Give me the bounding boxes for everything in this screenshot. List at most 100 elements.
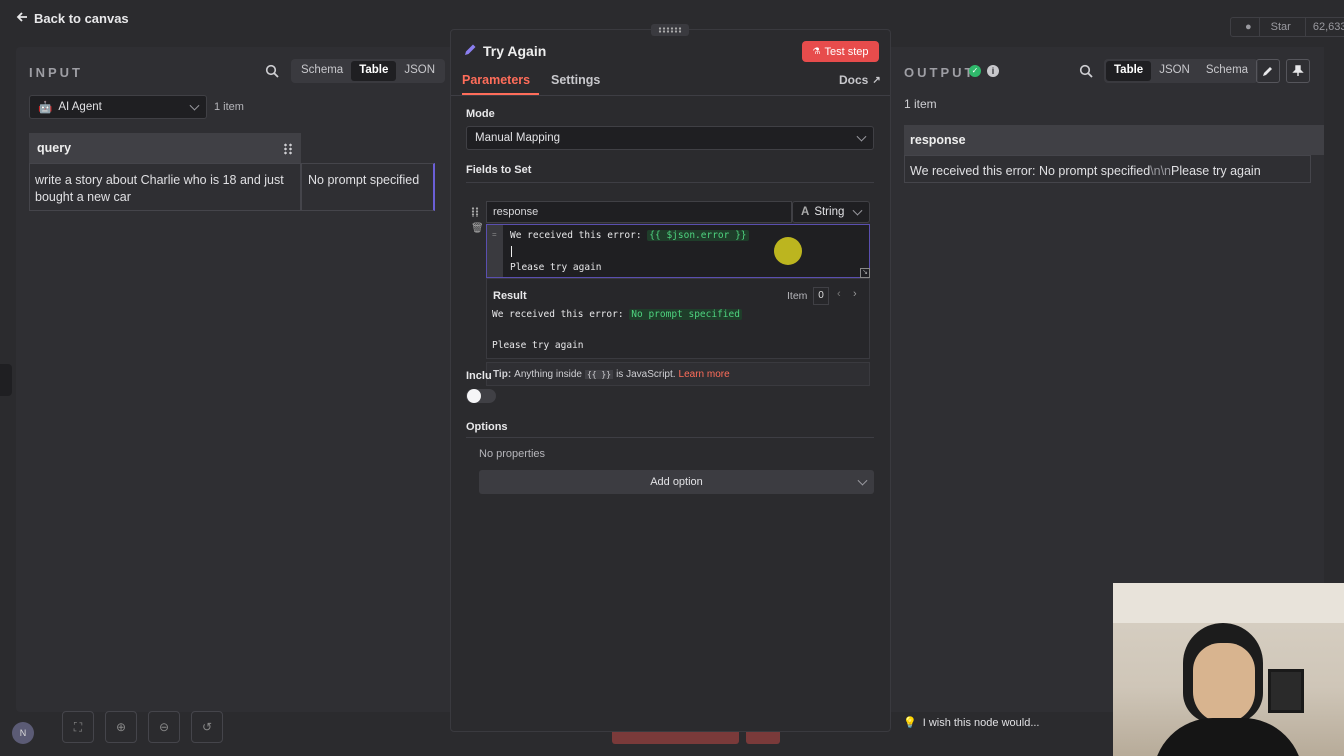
zoom-in-icon: ⊕ <box>115 720 127 734</box>
cursor-highlight <box>774 237 802 265</box>
result-line-1: We received this error: No prompt specif… <box>492 309 742 320</box>
pencil-icon <box>1263 67 1272 76</box>
info-icon[interactable]: i <box>987 65 999 77</box>
expression-editor[interactable]: = We received this error: {{ $json.error… <box>486 224 870 278</box>
zoom-in-button[interactable]: ⊕ <box>105 711 137 743</box>
editor-gutter: = <box>487 225 503 277</box>
learn-more-link[interactable]: Learn more <box>679 369 730 380</box>
tab-settings[interactable]: Settings <box>551 73 600 87</box>
divider <box>466 437 874 438</box>
person-face <box>1193 643 1255 723</box>
tab-schema[interactable]: Schema <box>293 61 351 81</box>
lightbulb-icon: 💡 <box>903 717 917 729</box>
webcam-overlay <box>1113 583 1344 756</box>
side-drawer-handle[interactable] <box>0 364 12 396</box>
undo-icon: ↺ <box>201 720 213 734</box>
field-type-value: String <box>814 206 845 218</box>
tab-json[interactable]: JSON <box>1151 61 1198 81</box>
mode-select[interactable]: Manual Mapping <box>466 126 874 150</box>
pin-icon <box>1292 65 1304 76</box>
edit-output-button[interactable] <box>1256 59 1280 83</box>
expression-highlight: {{ $json.error }} <box>647 230 749 241</box>
no-properties-text: No properties <box>479 448 546 460</box>
input-title: INPUT <box>29 65 83 80</box>
star-count: 62,633 <box>1312 21 1344 33</box>
divider <box>466 182 874 183</box>
drag-handle-icon[interactable] <box>471 207 479 217</box>
search-icon[interactable] <box>1079 64 1093 78</box>
back-label: Back to canvas <box>34 11 129 26</box>
input-source-select[interactable]: 🤖 AI Agent <box>29 95 207 119</box>
result-highlight: No prompt specified <box>629 309 742 320</box>
back-to-canvas-link[interactable]: Back to canvas <box>16 11 129 26</box>
expression-line-3: Please try again <box>510 262 602 273</box>
drag-handle-icon[interactable] <box>283 143 293 155</box>
tab-schema[interactable]: Schema <box>1198 61 1256 81</box>
output-view-switch: Table JSON Schema <box>1104 59 1259 83</box>
tab-table[interactable]: Table <box>1106 61 1152 81</box>
person-shirt <box>1153 718 1303 756</box>
feedback-label: I wish this node would... <box>922 716 1040 729</box>
text-cursor <box>511 246 512 257</box>
input-item-count: 1 item <box>214 101 244 113</box>
flask-icon: ⚗ <box>812 46 821 56</box>
chevron-down-icon <box>856 131 867 142</box>
test-step-button[interactable]: ⚗ Test step <box>802 41 879 62</box>
search-icon[interactable] <box>265 64 279 78</box>
ceiling <box>1113 583 1344 623</box>
zoom-out-button[interactable]: ⊖ <box>148 711 180 743</box>
chevron-down-icon <box>189 100 200 111</box>
add-option-button[interactable]: Add option <box>479 470 874 494</box>
node-title[interactable]: Try Again <box>483 43 546 59</box>
pencil-icon <box>463 43 477 60</box>
field-name-input[interactable]: response <box>486 201 792 223</box>
reset-zoom-button[interactable]: ↺ <box>191 711 223 743</box>
tip-braces: {{ }} <box>584 369 614 379</box>
test-step-label: Test step <box>824 45 869 58</box>
source-value: AI Agent <box>58 101 102 113</box>
success-check-icon: ✓ <box>969 65 981 77</box>
expand-icon[interactable]: ↘ <box>860 268 870 278</box>
expression-line-1: We received this error: {{ $json.error }… <box>510 230 749 241</box>
chevron-right-icon[interactable]: › <box>853 288 857 300</box>
field-type-select[interactable]: A String <box>792 201 870 223</box>
docs-link[interactable]: Docs ↗ <box>839 73 881 87</box>
input-view-switch: Schema Table JSON <box>291 59 446 83</box>
robot-icon: 🤖 <box>38 102 53 114</box>
tip-label: Tip: <box>493 368 512 380</box>
table-cell-response: We received this error: No prompt specif… <box>904 155 1311 183</box>
item-label: Item <box>787 290 808 302</box>
tip-bar: Tip: Anything inside {{ }} is JavaScript… <box>486 362 870 386</box>
column-header-response[interactable]: response <box>904 125 1324 155</box>
item-index-input[interactable]: 0 <box>813 287 829 305</box>
tab-json[interactable]: JSON <box>396 61 443 81</box>
arrow-left-icon <box>16 11 28 26</box>
output-title: OUTPUT <box>904 65 976 80</box>
pin-output-button[interactable] <box>1286 59 1310 83</box>
column-header-query[interactable]: query <box>29 133 301 163</box>
github-icon: ● <box>1238 18 1260 36</box>
fit-view-button[interactable]: ⛶ <box>62 711 94 743</box>
execute-workflow-button[interactable] <box>612 732 739 744</box>
delete-executions-button[interactable] <box>746 732 780 744</box>
include-toggle[interactable] <box>466 389 496 403</box>
user-avatar[interactable]: N <box>12 722 34 744</box>
fullscreen-icon: ⛶ <box>73 719 83 734</box>
node-settings-panel: Try Again ⚗ Test step Parameters Setting… <box>450 24 891 732</box>
zoom-out-icon: ⊖ <box>158 720 170 734</box>
tip-text: is JavaScript. <box>616 368 676 380</box>
tab-parameters[interactable]: Parameters <box>462 73 530 87</box>
tab-table[interactable]: Table <box>351 61 397 81</box>
chevron-down-icon <box>857 475 868 486</box>
mode-value: Manual Mapping <box>475 132 561 144</box>
feedback-link[interactable]: 💡 I wish this node would... <box>903 716 1040 730</box>
result-preview: Result Item 0 ‹ › We received this error… <box>486 278 870 359</box>
drag-handle-icon[interactable] <box>651 24 689 36</box>
github-star-button[interactable]: ● Star 62,633 <box>1230 17 1344 37</box>
output-item-count: 1 item <box>904 97 937 111</box>
chevron-down-icon <box>852 205 863 216</box>
include-label: Inclu <box>466 370 492 382</box>
fields-to-set-label: Fields to Set <box>466 164 532 176</box>
chevron-left-icon[interactable]: ‹ <box>837 288 841 300</box>
trash-icon[interactable]: 🗑 <box>471 223 484 234</box>
